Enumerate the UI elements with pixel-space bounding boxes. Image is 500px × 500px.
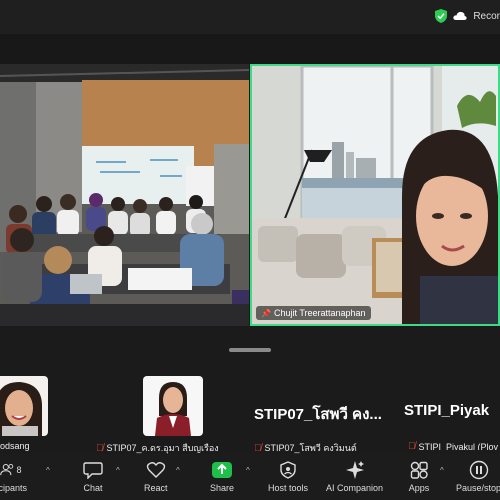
speaker-name: Chujit Treerattanaphan: [273, 308, 366, 318]
ai-companion-button[interactable]: AI Companion: [326, 460, 383, 493]
apps-icon: [408, 460, 430, 480]
chat-caret-icon[interactable]: ^: [116, 466, 120, 475]
participants-caret-icon[interactable]: ^: [46, 466, 50, 475]
heart-icon: [145, 460, 167, 480]
speaker-name-tag: 📌 Chujit Treerattanaphan: [256, 306, 371, 320]
participant-strip: odsang 🎙̸ STIP07_ค.ดร.อุมา สืบญเรือง STI…: [0, 362, 500, 454]
apps-button[interactable]: Apps: [408, 460, 430, 493]
host-tools-button[interactable]: Host tools: [268, 460, 308, 493]
apps-caret-icon[interactable]: ^: [440, 466, 444, 475]
avatar: [143, 376, 203, 436]
participant-tile[interactable]: STIPI_Piyak 🎙̸ STIPI_Piyakul (Ploy: [404, 370, 500, 450]
participant-label: 🎙̸ STIP07_ค.ดร.อุมา สืบญเรือง: [96, 442, 219, 454]
participant-label: 🎙̸ STIPI_Piyakul (Ploy: [408, 441, 499, 450]
react-caret-icon[interactable]: ^: [176, 466, 180, 475]
participant-label: 🎙̸ STIP07_โสพวี คงวิมนต์: [254, 442, 357, 454]
avatar: [0, 376, 48, 436]
pause-stop-recording-button[interactable]: Pause/stop: [456, 460, 500, 493]
top-bar: Recor: [0, 0, 500, 34]
share-caret-icon[interactable]: ^: [246, 466, 250, 475]
mic-muted-icon: 🎙̸: [408, 441, 416, 450]
record-label: Recor: [473, 10, 500, 22]
resize-handle[interactable]: [229, 348, 271, 352]
shield-icon: [277, 460, 299, 480]
sparkle-icon: [344, 460, 366, 480]
participant-display-name: STIP07_โสพวี คง...: [254, 406, 382, 423]
participant-display-name: STIPI_Piyak: [404, 402, 490, 419]
classroom-video-frame: [0, 64, 249, 326]
participants-button[interactable]: 8 ticipants: [0, 460, 27, 493]
react-button[interactable]: React: [144, 460, 168, 493]
participant-tile[interactable]: 🎙̸ STIP07_ค.ดร.อุมา สืบญเรือง: [96, 370, 236, 454]
pause-icon: [468, 460, 490, 480]
video-tile-classroom[interactable]: [0, 64, 249, 326]
share-icon: [211, 460, 233, 480]
meeting-toolbar: 8 ticipants ^ Chat ^ React ^ Share: [0, 454, 500, 500]
participant-tile[interactable]: STIP07_โสพวี คง... 🎙̸ STIP07_โสพวี คงวิม…: [250, 370, 400, 454]
encryption-shield-icon: [435, 9, 448, 23]
meeting-subbar: [0, 34, 500, 64]
recording-indicator[interactable]: Recor: [435, 9, 500, 23]
speaker-video-frame: [252, 66, 498, 324]
participants-count: 8: [16, 465, 22, 475]
participant-label: odsang: [0, 441, 30, 451]
mic-muted-icon: 🎙̸: [96, 442, 104, 454]
cloud-record-icon: [453, 11, 467, 20]
pin-icon: 📌: [261, 308, 271, 318]
participants-icon: 8: [0, 460, 22, 480]
mic-muted-icon: 🎙̸: [254, 442, 262, 454]
participant-tile[interactable]: odsang: [0, 370, 70, 451]
video-tile-active-speaker[interactable]: 📌 Chujit Treerattanaphan: [250, 64, 500, 326]
share-button[interactable]: Share: [210, 460, 234, 493]
chat-icon: [82, 460, 104, 480]
chat-button[interactable]: Chat: [82, 460, 104, 493]
